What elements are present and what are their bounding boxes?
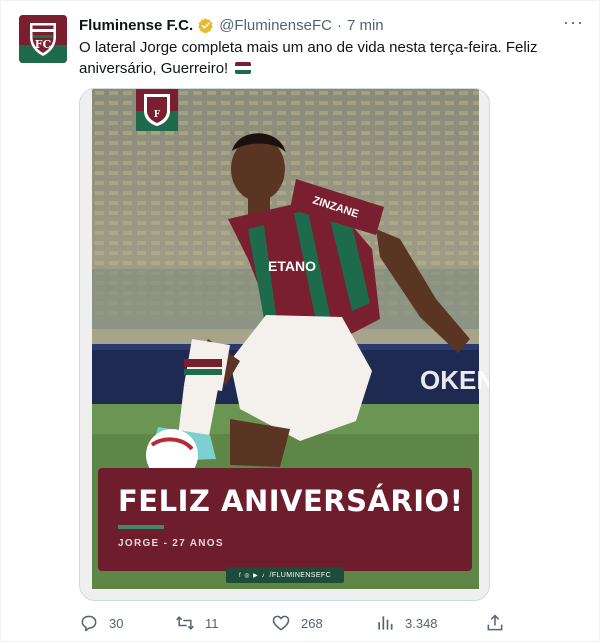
views-button[interactable]: 3.348 <box>375 612 438 634</box>
retweet-count: 11 <box>205 615 219 631</box>
tweet-actions: 30 11 268 3.348 <box>79 612 509 634</box>
flag-fluminense-icon <box>235 62 252 74</box>
heart-icon <box>272 615 290 631</box>
retweet-button[interactable]: 11 <box>175 612 219 634</box>
tweet-text: O lateral Jorge completa mais um ano de … <box>79 37 584 79</box>
avatar[interactable]: FC <box>19 15 67 63</box>
author-name[interactable]: Fluminense F.C. <box>79 17 193 34</box>
tweet-timestamp[interactable]: 7 min <box>347 17 384 34</box>
like-button[interactable]: 268 <box>271 612 323 634</box>
social-handle: /FLUMINENSEFC <box>269 571 332 579</box>
svg-text:F: F <box>154 110 161 120</box>
views-chart-icon <box>378 616 393 630</box>
tweet-card[interactable]: FC Fluminense F.C. @FluminenseFC · 7 min… <box>0 0 600 642</box>
svg-text:FC: FC <box>35 38 52 51</box>
views-count: 3.348 <box>405 615 438 631</box>
reply-button[interactable]: 30 <box>79 612 123 634</box>
reply-count: 30 <box>109 615 124 631</box>
banner-title: FELIZ ANIVERSÁRIO! <box>118 484 464 518</box>
tweet-header: Fluminense F.C. @FluminenseFC · 7 min <box>79 15 384 35</box>
share-button[interactable] <box>485 612 515 634</box>
verified-badge-icon[interactable] <box>197 17 214 34</box>
social-handle-tag: f ◎ ▶ ♪ /FLUMINENSEFC <box>226 567 344 583</box>
more-options-icon[interactable]: ··· <box>563 13 583 35</box>
separator-dot: · <box>336 16 342 34</box>
share-icon <box>487 614 503 631</box>
tweet-body: O lateral Jorge completa mais um ano de … <box>79 39 538 77</box>
like-count: 268 <box>301 615 323 631</box>
fluminense-crest-icon: FC <box>19 15 67 63</box>
sponsor-text: ETANO <box>268 258 316 274</box>
banner-divider <box>118 525 164 529</box>
banner-subtitle: JORGE - 27 ANOS <box>118 538 224 549</box>
social-icons: f ◎ ▶ ♪ <box>238 572 266 579</box>
ad-board-text: OKEN <box>420 365 490 395</box>
reply-icon <box>81 615 97 632</box>
author-handle[interactable]: @FluminenseFC <box>219 17 332 34</box>
tweet-image[interactable]: OKEN F ZINZANE ETANO FELIZ ANIVERSÁRIO! … <box>79 88 490 601</box>
retweet-icon <box>176 616 194 630</box>
birthday-banner: FELIZ ANIVERSÁRIO! JORGE - 27 ANOS <box>98 468 472 571</box>
